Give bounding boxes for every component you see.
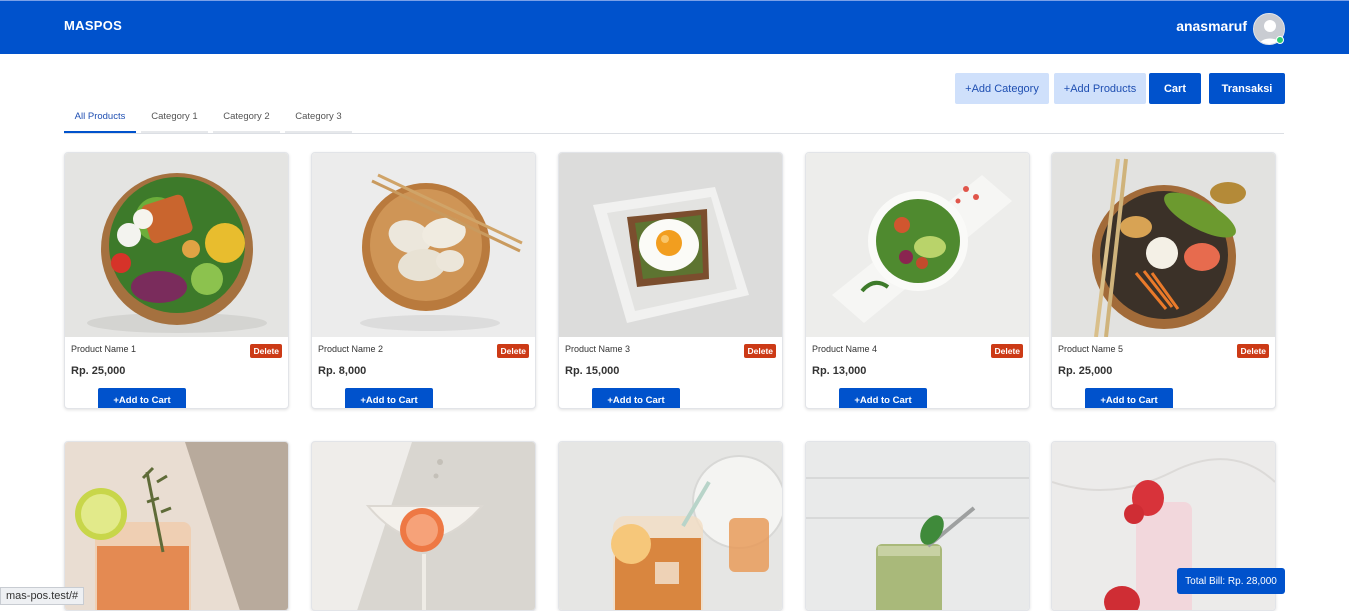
product-name: Product Name 5 xyxy=(1058,344,1124,354)
product-card: Product Name 4 Delete Rp. 13,000 +Add to… xyxy=(805,152,1030,409)
grapefruit-martini-image xyxy=(312,442,535,610)
product-card: Product Name 2 Delete Rp. 8,000 +Add to … xyxy=(311,152,536,409)
product-price: Rp. 25,000 xyxy=(1058,365,1113,377)
product-price: Rp. 15,000 xyxy=(565,365,620,377)
product-price: Rp. 25,000 xyxy=(71,365,126,377)
add-to-cart-button[interactable]: +Add to Cart xyxy=(345,388,433,408)
status-bar-url: mas-pos.test/# xyxy=(0,587,85,605)
product-card xyxy=(64,441,289,611)
add-category-button[interactable]: +Add Category xyxy=(955,73,1049,104)
green-smoothie-image xyxy=(806,442,1029,610)
poke-bowl-image xyxy=(1052,153,1275,337)
product-card xyxy=(805,441,1030,611)
delete-button[interactable]: Delete xyxy=(250,344,282,358)
add-to-cart-button[interactable]: +Add to Cart xyxy=(1085,388,1173,408)
add-to-cart-button[interactable]: +Add to Cart xyxy=(592,388,680,408)
product-card: Product Name 3 Delete Rp. 15,000 +Add to… xyxy=(558,152,783,409)
tab-category-1[interactable]: Category 1 xyxy=(141,102,208,133)
product-name: Product Name 2 xyxy=(318,344,384,354)
dumplings-image xyxy=(312,153,535,337)
delete-button[interactable]: Delete xyxy=(1237,344,1269,358)
cart-button[interactable]: Cart xyxy=(1149,73,1201,104)
iced-tea-image xyxy=(559,442,782,610)
online-status-icon xyxy=(1276,36,1284,44)
product-name: Product Name 1 xyxy=(71,344,137,354)
delete-button[interactable]: Delete xyxy=(497,344,529,358)
brand-logo[interactable]: MASPOS xyxy=(64,18,122,33)
product-price: Rp. 13,000 xyxy=(812,365,867,377)
tab-category-3[interactable]: Category 3 xyxy=(285,102,352,133)
total-bill-badge[interactable]: Total Bill: Rp. 28,000 xyxy=(1177,568,1285,594)
add-to-cart-button[interactable]: +Add to Cart xyxy=(839,388,927,408)
top-navbar: MASPOS anasmaruf xyxy=(0,0,1349,54)
product-card xyxy=(311,441,536,611)
category-tabs: All Products Category 1 Category 2 Categ… xyxy=(64,102,1284,134)
product-name: Product Name 4 xyxy=(812,344,878,354)
tab-all-products[interactable]: All Products xyxy=(64,102,136,133)
salad-bowl-image xyxy=(65,153,288,337)
delete-button[interactable]: Delete xyxy=(744,344,776,358)
product-card: Product Name 1 Delete Rp. 25,000 +Add to… xyxy=(64,152,289,409)
tab-category-2[interactable]: Category 2 xyxy=(213,102,280,133)
add-products-button[interactable]: +Add Products xyxy=(1054,73,1146,104)
username[interactable]: anasmaruf xyxy=(1176,18,1247,34)
product-price: Rp. 8,000 xyxy=(318,365,367,377)
delete-button[interactable]: Delete xyxy=(991,344,1023,358)
product-name: Product Name 3 xyxy=(565,344,631,354)
egg-toast-image xyxy=(559,153,782,337)
add-to-cart-button[interactable]: +Add to Cart xyxy=(98,388,186,408)
transaksi-button[interactable]: Transaksi xyxy=(1209,73,1285,104)
green-salad-image xyxy=(806,153,1029,337)
orange-cocktail-image xyxy=(65,442,288,610)
product-card: Product Name 5 Delete Rp. 25,000 +Add to… xyxy=(1051,152,1276,409)
product-card xyxy=(558,441,783,611)
